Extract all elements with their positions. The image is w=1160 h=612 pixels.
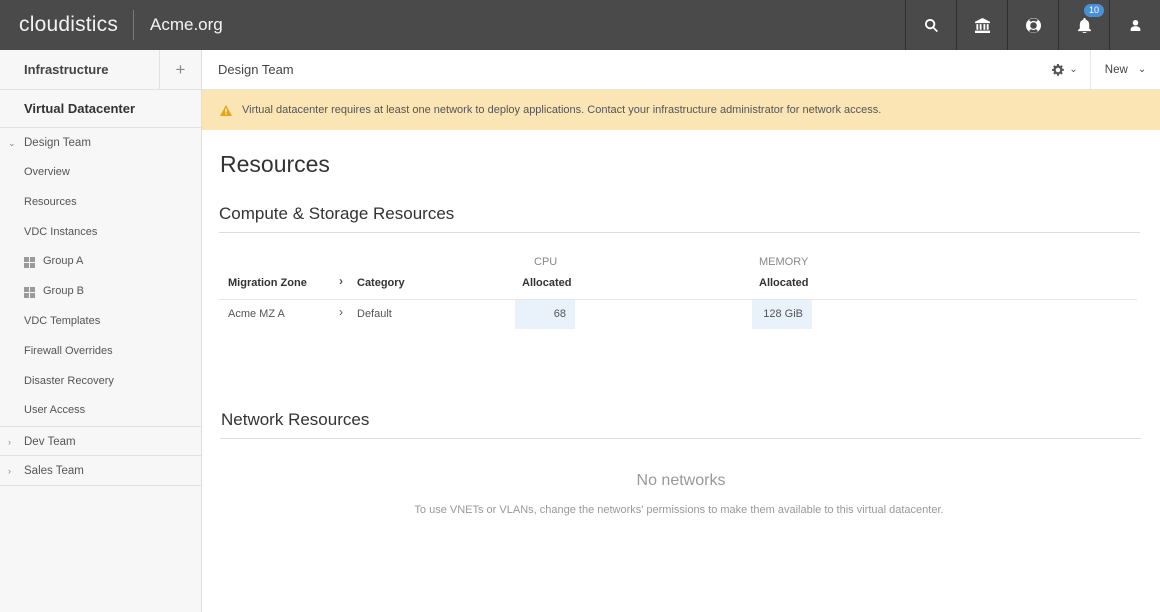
sidebar-item-vdc-instances[interactable]: VDC Instances	[0, 218, 201, 248]
sidebar-group-label: Design Team	[24, 137, 91, 149]
notification-count-badge: 10	[1084, 4, 1105, 17]
user-icon	[1130, 19, 1140, 31]
empty-state-text: To use VNETs or VLANs, change the networ…	[414, 504, 944, 516]
sidebar-group-sales-team[interactable]: › Sales Team	[0, 456, 201, 487]
sidebar-group-label: Dev Team	[24, 436, 76, 449]
network-warning-alert: Virtual datacenter requires at least one…	[202, 90, 1160, 130]
sub-header: Design Team ⌄ New ⌄	[202, 49, 1160, 90]
section-divider	[219, 232, 1140, 233]
empty-state-title: No networks	[636, 472, 726, 489]
chevron-right-icon[interactable]: ›	[339, 305, 343, 319]
org-name[interactable]: Acme.org	[134, 15, 223, 35]
network-section-title: Network Resources	[221, 410, 370, 429]
help-button[interactable]	[1007, 0, 1058, 50]
grid-icon	[24, 256, 35, 268]
sidebar-item-overview[interactable]: Overview	[0, 158, 201, 188]
alert-text: Virtual datacenter requires at least one…	[242, 104, 882, 116]
lifebuoy-icon	[1025, 17, 1041, 33]
chevron-right-icon: ›	[339, 274, 343, 288]
sidebar-item-label: Group B	[43, 285, 84, 298]
table-header-divider	[219, 299, 1137, 300]
sidebar-group-dev-team[interactable]: › Dev Team	[0, 426, 201, 457]
zone-cell: Acme MZ A	[228, 308, 285, 320]
sidebar-group-design-team[interactable]: ⌄ Design Team	[0, 128, 201, 158]
chevron-right-icon: ›	[8, 466, 11, 477]
memory-column-group: MEMORY	[759, 256, 809, 268]
search-icon	[924, 18, 938, 32]
category-header: Category	[357, 277, 405, 289]
sidebar-item-disaster-recovery[interactable]: Disaster Recovery	[0, 367, 201, 397]
top-icons: 10	[905, 0, 1160, 50]
memory-allocated-cell: 128 GiB	[752, 300, 812, 329]
header-title: Design Team	[218, 62, 294, 77]
sidebar-item-group-a[interactable]: Group A	[0, 247, 201, 277]
warning-icon	[220, 104, 232, 116]
memory-allocated-header: Allocated	[759, 277, 809, 289]
chevron-down-icon: ⌄	[1137, 64, 1147, 75]
chevron-down-icon: ⌄	[1069, 64, 1078, 75]
sidebar-item-user-access[interactable]: User Access	[0, 396, 201, 426]
search-button[interactable]	[905, 0, 956, 50]
migration-zone-header: Migration Zone	[228, 277, 307, 289]
compute-section-title: Compute & Storage Resources	[219, 204, 455, 223]
sidebar-item-vdc-templates[interactable]: VDC Templates	[0, 307, 201, 337]
new-button[interactable]: New ⌄	[1090, 49, 1160, 90]
cpu-allocated-cell: 68	[515, 300, 575, 329]
page-title: Resources	[220, 151, 330, 177]
sidebar-infrastructure-row: Infrastructure +	[0, 49, 201, 90]
brand-logo[interactable]: cloudistics	[0, 0, 133, 50]
bank-icon	[974, 17, 990, 33]
sidebar-infrastructure-link[interactable]: Infrastructure	[0, 62, 159, 77]
chevron-down-icon: ⌄	[8, 138, 16, 148]
add-button[interactable]: +	[159, 49, 201, 90]
section-divider	[220, 438, 1141, 439]
chevron-right-icon: ›	[8, 437, 11, 448]
bell-icon	[1077, 17, 1091, 33]
settings-menu-button[interactable]: ⌄	[1040, 50, 1090, 90]
grid-icon	[24, 286, 35, 298]
sidebar-item-firewall-overrides[interactable]: Firewall Overrides	[0, 337, 201, 367]
cpu-column-group: CPU	[534, 256, 558, 268]
cpu-allocated-header: Allocated	[522, 277, 572, 289]
category-cell: Default	[357, 308, 392, 320]
sidebar-virtual-datacenter[interactable]: Virtual Datacenter	[0, 90, 201, 128]
new-button-label: New	[1104, 63, 1128, 76]
gear-icon	[1052, 63, 1065, 76]
sidebar-item-resources[interactable]: Resources	[0, 188, 201, 218]
sidebar-item-label: Group A	[43, 255, 84, 268]
top-bar: cloudistics Acme.org 10	[0, 0, 1160, 50]
sidebar-item-group-b[interactable]: Group B	[0, 277, 201, 307]
user-menu-button[interactable]	[1109, 0, 1160, 50]
bank-button[interactable]	[956, 0, 1007, 50]
sidebar: Infrastructure + Virtual Datacenter ⌄ De…	[0, 49, 202, 612]
sidebar-group-label: Sales Team	[24, 465, 84, 478]
notifications-button[interactable]: 10	[1058, 0, 1109, 50]
main-content: Design Team ⌄ New ⌄ Virtual datacenter r…	[202, 49, 1160, 612]
